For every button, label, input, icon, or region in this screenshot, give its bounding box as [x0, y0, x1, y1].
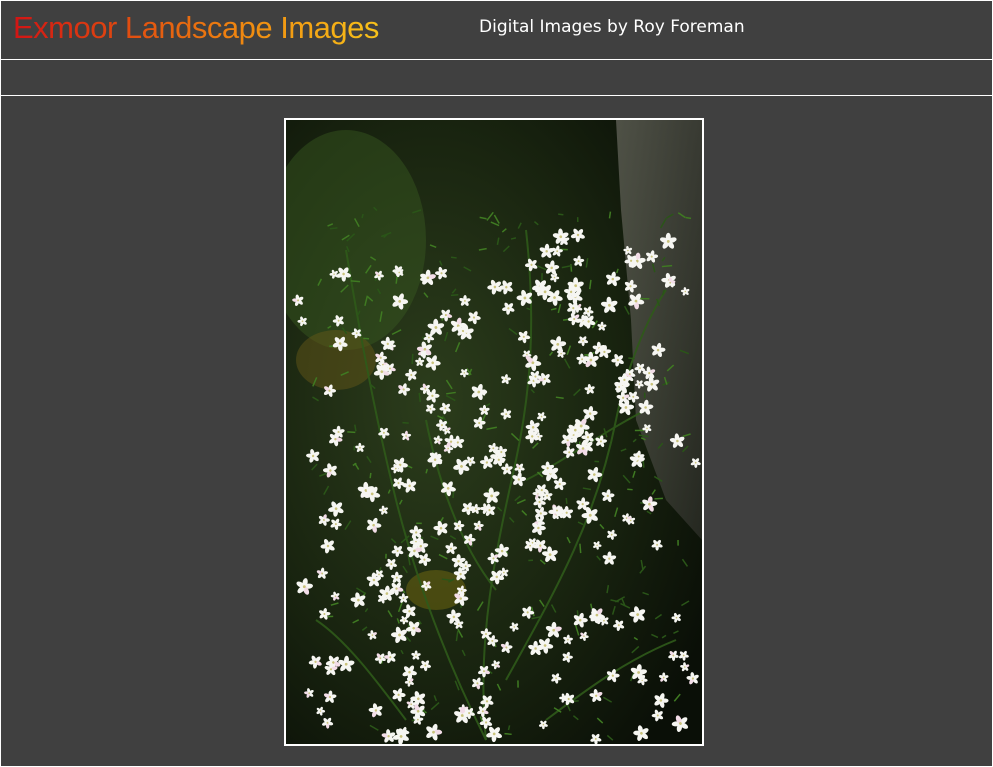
- page: Exmoor Landscape Images Digital Images b…: [0, 0, 993, 767]
- site-title[interactable]: Exmoor Landscape Images: [13, 9, 379, 47]
- site-header: Exmoor Landscape Images Digital Images b…: [1, 1, 992, 60]
- flower-photo-image: [286, 120, 702, 744]
- nav-bar: [1, 60, 992, 96]
- site-subtitle: Digital Images by Roy Foreman: [479, 17, 745, 37]
- main-photo: [284, 118, 704, 746]
